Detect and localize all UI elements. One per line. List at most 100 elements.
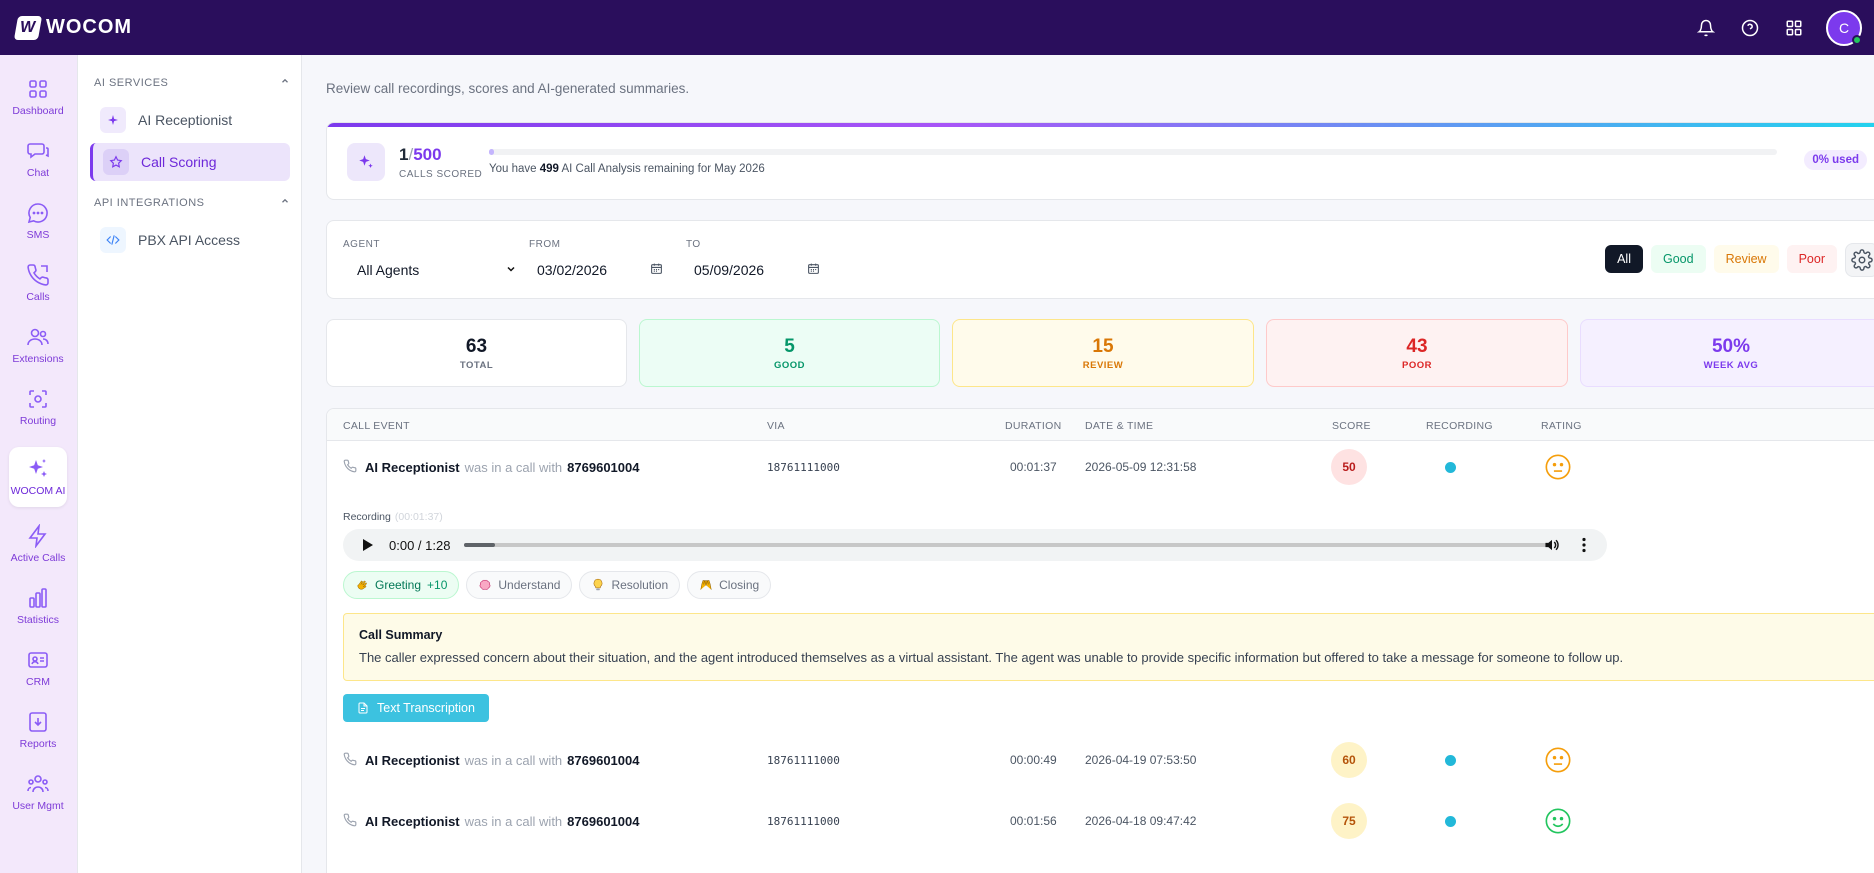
phone-icon xyxy=(343,459,357,476)
tag-closing[interactable]: Closing xyxy=(687,571,772,599)
rail-item-statistics[interactable]: Statistics xyxy=(9,577,67,635)
bolt-icon xyxy=(28,524,47,548)
agent-name: AI Receptionist xyxy=(365,752,460,768)
sparkles-icon xyxy=(347,143,385,181)
table-row[interactable]: AI Receptionist was in a call with 87696… xyxy=(327,735,1874,785)
score-tags: Greeting +10 Understand Resolution Closi… xyxy=(343,571,772,599)
rail-item-chat[interactable]: Chat xyxy=(9,130,67,188)
table-row[interactable]: AI Receptionist was in a call with 87696… xyxy=(327,442,1874,492)
score-badge: 75 xyxy=(1331,803,1367,839)
nav-item-pbx-api-access[interactable]: PBX API Access xyxy=(90,221,290,259)
rail-item-reports[interactable]: Reports xyxy=(9,701,67,759)
recording-indicator[interactable] xyxy=(1445,754,1456,766)
brand-logo[interactable]: W WOCOM xyxy=(13,15,132,40)
call-summary-text: The caller expressed concern about their… xyxy=(359,650,1624,665)
recording-label: Recording (00:01:37) xyxy=(343,511,443,523)
call-summary: Call Summary The caller expressed concer… xyxy=(343,613,1874,681)
volume-icon[interactable] xyxy=(1543,537,1561,553)
datetime-cell: 2026-04-18 09:47:42 xyxy=(1085,814,1197,828)
settings-gear-icon[interactable] xyxy=(1845,243,1874,277)
neutral-face-icon xyxy=(1545,747,1571,773)
section-api-integrations[interactable]: API INTEGRATIONS xyxy=(94,196,290,209)
stat-total[interactable]: 63 TOTAL xyxy=(326,319,627,387)
filter-good-chip[interactable]: Good xyxy=(1651,245,1706,273)
sms-icon xyxy=(27,203,48,224)
from-date-input[interactable]: 03/02/2026 xyxy=(537,257,663,283)
text-transcription-button[interactable]: Text Transcription xyxy=(343,694,489,722)
rail-item-calls[interactable]: Calls xyxy=(9,254,67,312)
col-duration: DURATION xyxy=(1005,420,1062,432)
stat-good[interactable]: 5 GOOD xyxy=(639,319,940,387)
calls-scored-count: 1/500 xyxy=(399,145,442,165)
rating-cell xyxy=(1544,735,1572,785)
agent-select[interactable]: All Agents xyxy=(357,257,521,283)
to-date-input[interactable]: 05/09/2026 xyxy=(694,257,820,283)
rail-item-sms[interactable]: SMS xyxy=(9,192,67,250)
help-icon[interactable] xyxy=(1738,16,1762,40)
stat-value: 15 xyxy=(1092,335,1114,357)
duration-cell: 00:00:49 xyxy=(1010,753,1057,767)
call-connector: was in a call with xyxy=(464,459,563,475)
caller-number: 8769601004 xyxy=(567,813,640,829)
rail-item-crm[interactable]: CRM xyxy=(9,639,67,697)
player-seek-bar[interactable] xyxy=(464,543,1549,547)
table-row[interactable]: AI Receptionist was in a call with 87696… xyxy=(327,796,1874,846)
chat-icon xyxy=(27,143,49,159)
rail-item-wocom-ai[interactable]: WOCOM AI xyxy=(9,447,67,507)
tag-points: +10 xyxy=(427,578,448,592)
score-cell: 60 xyxy=(1331,735,1367,785)
text-transcription-label: Text Transcription xyxy=(377,701,475,715)
section-ai-services[interactable]: AI SERVICES xyxy=(94,76,290,89)
rail-item-extensions[interactable]: Extensions xyxy=(9,316,67,374)
to-date-value: 05/09/2026 xyxy=(694,262,765,278)
tag-resolution[interactable]: Resolution xyxy=(579,571,681,599)
chevron-up-icon[interactable] xyxy=(280,196,290,209)
stat-poor[interactable]: 43 POOR xyxy=(1266,319,1568,387)
chevron-up-icon[interactable] xyxy=(280,76,290,89)
recording-indicator[interactable] xyxy=(1445,815,1456,827)
nav-item-call-scoring[interactable]: Call Scoring xyxy=(90,143,290,181)
document-icon xyxy=(358,702,368,714)
notification-bell-icon[interactable] xyxy=(1694,16,1718,40)
rail-label: Active Calls xyxy=(10,552,66,564)
filter-review-chip[interactable]: Review xyxy=(1713,245,1779,273)
rating-cell xyxy=(1544,442,1572,492)
filter-all-chip[interactable]: All xyxy=(1605,245,1643,273)
rating-cell xyxy=(1544,796,1572,846)
score-badge: 60 xyxy=(1331,742,1367,778)
rail-item-dashboard[interactable]: Dashboard xyxy=(9,68,67,126)
filter-bar: AGENT All Agents FROM 03/02/2026 TO 05/0… xyxy=(326,220,1874,299)
rail-label: Calls xyxy=(26,291,50,303)
play-icon[interactable] xyxy=(357,534,379,556)
main-content: Review call recordings, scores and AI-ge… xyxy=(302,55,1874,873)
apps-grid-icon[interactable] xyxy=(1782,16,1806,40)
usage-progress-bar xyxy=(489,149,1777,155)
neutral-face-icon xyxy=(1545,454,1571,480)
rail-item-active-calls[interactable]: Active Calls xyxy=(9,515,67,573)
rail-item-user-mgmt[interactable]: User Mgmt xyxy=(9,763,67,821)
stat-review[interactable]: 15 REVIEW xyxy=(952,319,1254,387)
recording-indicator[interactable] xyxy=(1445,461,1456,473)
stat-label: REVIEW xyxy=(1082,359,1124,371)
stat-value: 43 xyxy=(1406,335,1428,357)
tag-greeting[interactable]: Greeting +10 xyxy=(343,571,460,599)
rail-item-routing[interactable]: Routing xyxy=(9,378,67,436)
tag-understand[interactable]: Understand xyxy=(466,571,573,599)
filter-poor-chip[interactable]: Poor xyxy=(1786,245,1837,273)
rail-label: Dashboard xyxy=(12,105,64,117)
stat-week-avg: 50% WEEK AVG xyxy=(1580,319,1874,387)
agent-label: AGENT xyxy=(343,239,380,250)
recording-label-text: Recording xyxy=(343,511,391,523)
rail-label: Chat xyxy=(26,167,50,179)
calendar-icon[interactable] xyxy=(807,262,820,278)
rail-label: User Mgmt xyxy=(12,800,64,812)
col-date-time: DATE & TIME xyxy=(1085,420,1154,432)
calendar-icon[interactable] xyxy=(650,262,663,278)
nav-item-ai-receptionist[interactable]: AI Receptionist xyxy=(90,101,290,139)
more-vertical-icon[interactable] xyxy=(1581,537,1587,553)
avatar-initial: C xyxy=(1838,19,1850,36)
user-avatar[interactable]: C xyxy=(1826,9,1862,46)
dashboard-icon xyxy=(29,80,47,98)
duration-cell: 00:01:56 xyxy=(1010,814,1057,828)
sparkles-icon xyxy=(29,459,47,477)
